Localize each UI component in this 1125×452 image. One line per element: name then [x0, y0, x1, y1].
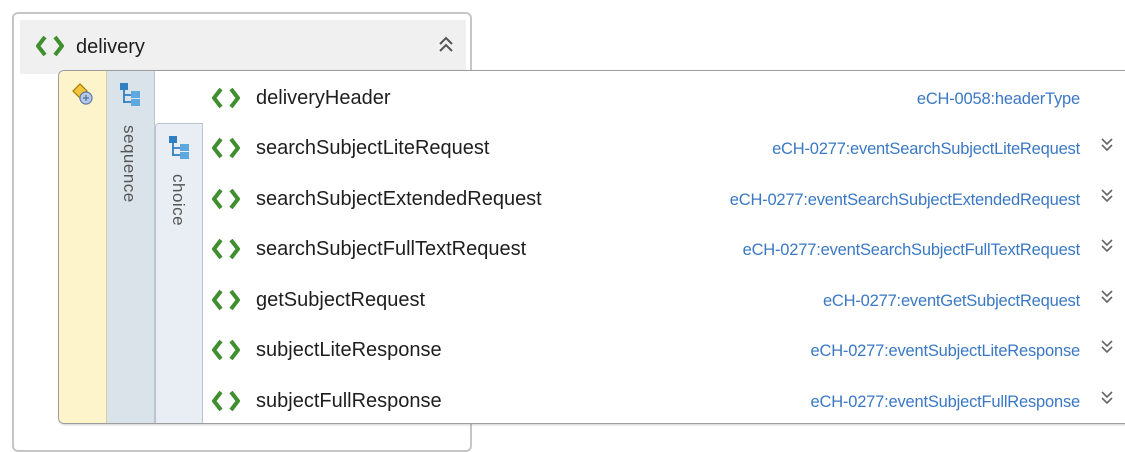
element-icon [212, 288, 240, 317]
element-icon [212, 187, 240, 216]
element-name: getSubjectRequest [256, 289, 426, 311]
element-type: eCH-0277:eventGetSubjectRequest [822, 292, 1080, 310]
element-type: eCH-0277:eventSubjectFullResponse [810, 393, 1081, 411]
choice-tree-icon [166, 134, 192, 165]
double-chevron-down-icon[interactable] [1100, 237, 1114, 261]
complex-type-strip[interactable] [59, 71, 107, 423]
element-row-searchSubjectExtendedRequest[interactable]: searchSubjectExtendedRequest eCH-0277:ev… [204, 174, 1125, 224]
element-name: searchSubjectExtendedRequest [256, 188, 542, 210]
element-type: eCH-0277:eventSearchSubjectExtendedReque… [729, 191, 1080, 209]
double-chevron-up-icon[interactable] [438, 35, 454, 60]
choice-label: choice [169, 174, 188, 227]
complex-type-icon [69, 81, 95, 112]
element-row-searchSubjectFullTextRequest[interactable]: searchSubjectFullTextRequest eCH-0277:ev… [204, 224, 1125, 274]
element-icon [212, 389, 240, 418]
sequence-tree-icon [117, 81, 143, 112]
delivery-header[interactable]: delivery [20, 20, 466, 74]
element-icon [212, 338, 240, 367]
delivery-content-model: sequence choice deliveryHeader eCH-0058:… [58, 70, 1125, 424]
double-chevron-down-icon[interactable] [1100, 288, 1114, 312]
element-icon [212, 237, 240, 266]
element-name: subjectFullResponse [256, 390, 442, 412]
element-name: searchSubjectLiteRequest [256, 137, 490, 159]
choice-compositor[interactable]: choice [155, 123, 203, 423]
double-chevron-down-icon[interactable] [1100, 338, 1114, 362]
element-name: subjectLiteResponse [256, 339, 442, 361]
element-row-subjectLiteResponse[interactable]: subjectLiteResponse eCH-0277:eventSubjec… [204, 325, 1125, 375]
element-type: eCH-0277:eventSubjectLiteResponse [810, 342, 1081, 360]
element-icon [212, 136, 240, 165]
double-chevron-down-icon[interactable] [1100, 389, 1114, 413]
double-chevron-down-icon[interactable] [1100, 187, 1114, 211]
sequence-label: sequence [120, 125, 139, 203]
element-row-searchSubjectLiteRequest[interactable]: searchSubjectLiteRequest eCH-0277:eventS… [204, 123, 1125, 173]
element-type: eCH-0277:eventSearchSubjectFullTextReque… [742, 241, 1081, 259]
sequence-compositor[interactable]: sequence [107, 71, 155, 423]
double-chevron-down-icon[interactable] [1100, 136, 1114, 160]
element-row-getSubjectRequest[interactable]: getSubjectRequest eCH-0277:eventGetSubje… [204, 275, 1125, 325]
element-icon [36, 34, 64, 63]
element-row-deliveryHeader[interactable]: deliveryHeader eCH-0058:headerType [204, 73, 1125, 123]
element-type: eCH-0058:headerType [916, 90, 1080, 108]
element-name: searchSubjectFullTextRequest [256, 238, 527, 260]
element-row-subjectFullResponse[interactable]: subjectFullResponse eCH-0277:eventSubjec… [204, 376, 1125, 426]
element-icon [212, 86, 240, 115]
element-type: eCH-0277:eventSearchSubjectLiteRequest [772, 140, 1080, 158]
element-name: deliveryHeader [256, 87, 391, 109]
delivery-title: delivery [76, 36, 145, 58]
